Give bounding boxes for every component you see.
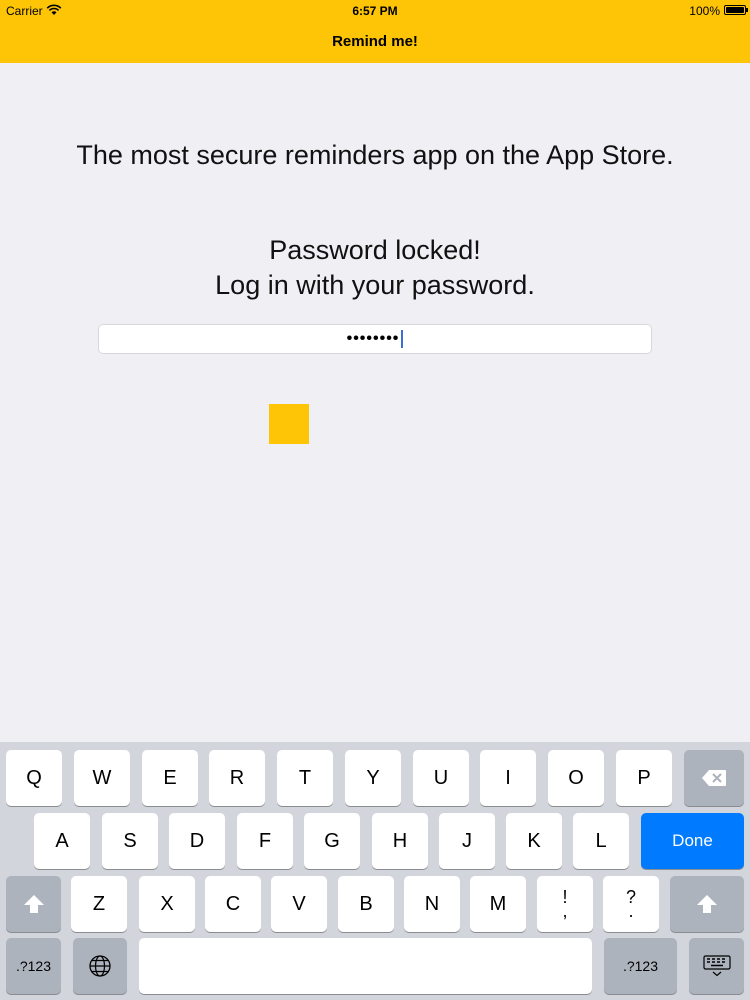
key-u[interactable]: U <box>413 750 469 806</box>
key-x[interactable]: X <box>139 876 195 932</box>
keyboard-dismiss-icon <box>702 955 731 977</box>
key-b[interactable]: B <box>338 876 394 932</box>
key-y[interactable]: Y <box>345 750 401 806</box>
key-q[interactable]: Q <box>6 750 62 806</box>
key-p[interactable]: P <box>616 750 672 806</box>
key-h[interactable]: H <box>372 813 428 869</box>
page-title: Remind me! <box>332 33 418 50</box>
dismiss-keyboard-key[interactable] <box>689 938 744 994</box>
key-r[interactable]: R <box>209 750 265 806</box>
key-i[interactable]: I <box>480 750 536 806</box>
numbers-key-left[interactable]: .?123 <box>6 938 61 994</box>
key-f[interactable]: F <box>237 813 293 869</box>
navigation-bar: Carrier 6:57 PM 100% Remind me! <box>0 0 750 63</box>
key-z[interactable]: Z <box>71 876 127 932</box>
key-c[interactable]: C <box>205 876 261 932</box>
key-t[interactable]: T <box>277 750 333 806</box>
space-bar[interactable] <box>139 938 592 994</box>
key-e[interactable]: E <box>142 750 198 806</box>
numbers-key-right[interactable]: .?123 <box>604 938 677 994</box>
password-field[interactable]: •••••••• <box>98 324 652 354</box>
keyboard: Q W E R T Y U I O P A S D F G H J K L Do… <box>0 742 750 1000</box>
shift-icon <box>697 895 717 913</box>
shift-icon <box>23 895 44 913</box>
text-caret <box>401 330 404 348</box>
key-comma-label: , <box>562 901 568 921</box>
key-period-label: . <box>628 901 634 921</box>
shift-key-right[interactable] <box>670 876 744 932</box>
key-o[interactable]: O <box>548 750 604 806</box>
backspace-icon <box>702 770 726 786</box>
tagline-text: The most secure reminders app on the App… <box>76 140 674 170</box>
key-s[interactable]: S <box>102 813 158 869</box>
key-d[interactable]: D <box>169 813 225 869</box>
done-key[interactable]: Done <box>641 813 744 869</box>
battery-percentage: 100% <box>689 4 720 18</box>
status-time: 6:57 PM <box>352 4 398 18</box>
key-a[interactable]: A <box>34 813 90 869</box>
key-j[interactable]: J <box>439 813 495 869</box>
lock-status-heading: Password locked! <box>269 235 481 265</box>
key-g[interactable]: G <box>304 813 360 869</box>
globe-key[interactable] <box>73 938 127 994</box>
key-v[interactable]: V <box>271 876 327 932</box>
shift-key-left[interactable] <box>6 876 61 932</box>
key-l[interactable]: L <box>573 813 629 869</box>
key-w[interactable]: W <box>74 750 130 806</box>
backspace-key[interactable] <box>684 750 744 806</box>
key-n[interactable]: N <box>404 876 460 932</box>
key-m[interactable]: M <box>470 876 526 932</box>
globe-icon <box>89 955 111 977</box>
battery-icon <box>724 5 748 15</box>
accent-square <box>269 404 309 444</box>
password-value: •••••••• <box>346 330 400 347</box>
key-k[interactable]: K <box>506 813 562 869</box>
lock-instruction-text: Log in with your password. <box>215 270 535 300</box>
key-question-period[interactable]: ? . <box>603 876 659 932</box>
key-exclamation-comma[interactable]: ! , <box>537 876 593 932</box>
